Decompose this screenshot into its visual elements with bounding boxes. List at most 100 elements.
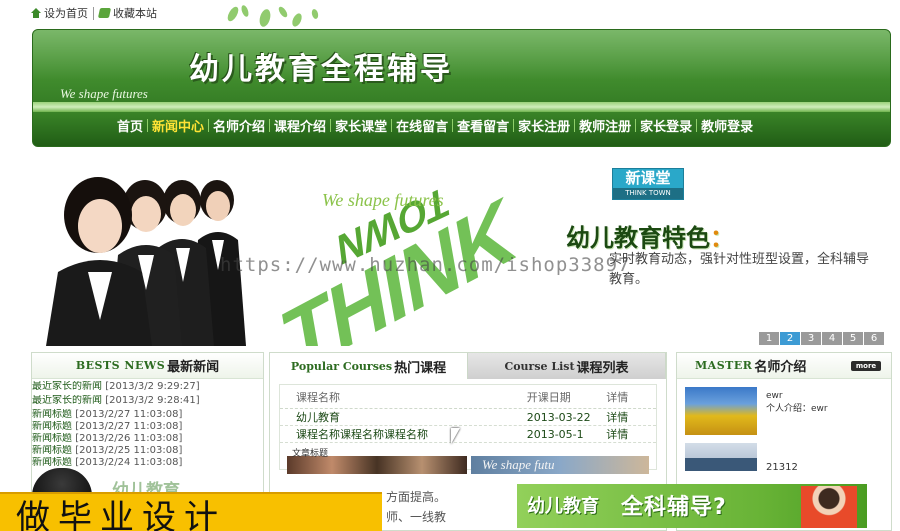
news-item[interactable]: 最近家长的新闻 [2013/3/2 9:29:27] xyxy=(32,381,263,393)
mouse-cursor-icon xyxy=(451,428,460,444)
table-row: 课程名称课程名称课程名称 2013-05-1 详情 xyxy=(280,426,656,443)
nav-parent-login[interactable]: 家长登录 xyxy=(636,116,696,135)
teacher-intro: 个人介绍：ewr xyxy=(766,404,828,414)
thumbnail-caption: 文章标题 xyxy=(292,449,329,459)
course-detail-link[interactable]: 详情 xyxy=(606,426,656,442)
faint-overlay-text: 师、一线教 xyxy=(386,510,447,524)
feature-title: 幼儿教育特色： xyxy=(566,218,734,253)
nav-leave-message[interactable]: 在线留言 xyxy=(392,116,452,135)
teacher-photo[interactable] xyxy=(685,387,757,435)
nav-teacher-login[interactable]: 教师登录 xyxy=(697,116,757,135)
news-item[interactable]: 新闻标题 [2013/2/27 11:03:08] xyxy=(32,409,263,421)
banner-people-photo xyxy=(46,177,246,346)
home-icon xyxy=(31,8,41,18)
url-watermark: https://www.huzhan.com/ishop33897 xyxy=(220,254,631,276)
news-item-date: [2013/3/2 9:28:41] xyxy=(105,395,200,406)
course-name-link[interactable]: 课程名称课程名称课程名称 xyxy=(280,426,527,442)
news-item-date: [2013/2/24 11:03:08] xyxy=(75,457,183,468)
news-item[interactable]: 新闻标题 [2013/2/27 11:03:08] xyxy=(32,421,263,433)
logo-en: THINK TOWN xyxy=(613,188,683,199)
nav-home[interactable]: 首页 xyxy=(113,116,147,135)
news-item-title: 新闻标题 xyxy=(32,421,72,432)
set-homepage-label: 设为首页 xyxy=(44,7,88,20)
slide-3-button[interactable]: 3 xyxy=(801,332,821,345)
tab-popular-cn: 热门课程 xyxy=(394,360,447,376)
ad-banner-text-2: 全科辅导? xyxy=(621,495,727,520)
news-item-date: [2013/3/2 9:29:27] xyxy=(105,381,200,392)
nav-teachers[interactable]: 名师介绍 xyxy=(209,116,269,135)
nav-view-messages[interactable]: 查看留言 xyxy=(453,116,513,135)
news-item-date: [2013/2/27 11:03:08] xyxy=(75,409,183,420)
slide-5-button[interactable]: 5 xyxy=(843,332,863,345)
news-item[interactable]: 新闻标题 [2013/2/25 11:03:08] xyxy=(32,445,263,457)
set-homepage-link[interactable]: 设为首页 xyxy=(31,5,88,21)
tab-popular-en: Popular Courses xyxy=(290,359,393,373)
col-detail: 详情 xyxy=(606,390,629,404)
courses-tabs: Popular Courses 热门课程 Course List 课程列表 xyxy=(270,353,666,379)
ad-banner-text-1: 幼儿教育 xyxy=(527,496,599,517)
leaves-decoration xyxy=(227,5,319,27)
slide-2-button[interactable]: 2 xyxy=(780,332,800,345)
news-list: 最近家长的新闻 [2013/3/2 9:29:27] 最近家长的新闻 [2013… xyxy=(32,379,263,469)
nav-teacher-register[interactable]: 教师注册 xyxy=(575,116,635,135)
news-title-cn: 最新新闻 xyxy=(167,360,220,375)
news-item-title: 最近家长的新闻 xyxy=(32,381,102,392)
nav-parent-register[interactable]: 家长注册 xyxy=(514,116,574,135)
nav-courses[interactable]: 课程介绍 xyxy=(270,116,330,135)
course-date: 2013-03-22 xyxy=(526,410,591,424)
master-title-cn: 名师介绍 xyxy=(754,360,807,375)
news-item[interactable]: 新闻标题 [2013/2/26 11:03:08] xyxy=(32,433,263,445)
news-item-title: 新闻标题 xyxy=(32,433,72,444)
top-links: 设为首页 收藏本站 xyxy=(31,4,157,22)
teacher-photo-bottom xyxy=(685,458,757,471)
logo-cn: 新课堂 xyxy=(625,169,671,187)
news-item-date: [2013/2/27 11:03:08] xyxy=(75,421,183,432)
hero-banner[interactable]: TOWN THINK We shape futures 新课堂 THINK TO… xyxy=(32,160,892,346)
add-favorite-label: 收藏本站 xyxy=(113,7,157,20)
header-slogan: We shape futures xyxy=(60,86,148,101)
site-header: 幼儿教育全程辅导 We shape futures 首页 新闻中心 名师介绍 课… xyxy=(32,29,891,147)
header-band xyxy=(33,102,890,112)
course-name-link[interactable]: 幼儿教育 xyxy=(280,409,527,425)
faint-overlay-text: 方面提高。 xyxy=(386,490,447,504)
header-gloss xyxy=(33,30,890,80)
news-item[interactable]: 最近家长的新闻 [2013/3/2 9:28:41] xyxy=(32,395,263,407)
top-links-divider xyxy=(93,6,94,20)
course-date: 2013-05-1 xyxy=(526,427,584,441)
news-item-date: [2013/2/25 11:03:08] xyxy=(75,445,183,456)
tab-popular-courses[interactable]: Popular Courses 热门课程 xyxy=(270,353,468,379)
news-item-title: 新闻标题 xyxy=(32,445,72,456)
course-detail-link[interactable]: 详情 xyxy=(606,409,656,425)
teacher-name[interactable]: ewr xyxy=(766,391,783,401)
feature-title-colon: ： xyxy=(710,223,734,252)
course-thumbnails xyxy=(287,456,649,474)
nav-parent-class[interactable]: 家长课堂 xyxy=(331,116,391,135)
favorite-icon xyxy=(97,8,112,18)
slide-pager: 1 2 3 4 5 6 xyxy=(759,332,884,345)
news-item-title: 新闻标题 xyxy=(32,457,72,468)
master-title-en: MASTER xyxy=(695,359,753,372)
news-title-en: BESTS NEWS xyxy=(75,359,166,372)
course-table-header: 课程名称 开课日期 详情 xyxy=(280,385,656,409)
add-favorite-link[interactable]: 收藏本站 xyxy=(97,5,157,21)
ad-banner[interactable]: 幼儿教育 全科辅导? xyxy=(517,484,867,528)
page-root: 设为首页 收藏本站 幼儿教育全程辅导 We shape futures 首页 新… xyxy=(0,0,900,531)
more-button[interactable]: more xyxy=(851,361,881,371)
main-nav: 首页 新闻中心 名师介绍 课程介绍 家长课堂 在线留言 查看留言 家长注册 教师… xyxy=(113,116,757,135)
feature-title-text: 幼儿教育特色 xyxy=(566,223,710,252)
news-item-title: 新闻标题 xyxy=(32,409,72,420)
think-town-logo: 新课堂 THINK TOWN xyxy=(612,168,684,200)
table-row: 幼儿教育 2013-03-22 详情 xyxy=(280,409,656,426)
promo-banner-yellow: 做毕业设计 xyxy=(0,492,382,531)
slide-6-button[interactable]: 6 xyxy=(864,332,884,345)
nav-news-center[interactable]: 新闻中心 xyxy=(148,116,208,135)
tab-course-list[interactable]: Course List 课程列表 xyxy=(468,353,666,379)
tab-list-cn: 课程列表 xyxy=(576,360,629,376)
tab-list-en: Course List xyxy=(504,359,575,373)
slide-4-button[interactable]: 4 xyxy=(822,332,842,345)
slide-1-button[interactable]: 1 xyxy=(759,332,779,345)
feature-text: 实时教育动态，强针对性班型设置，全科辅导教育。 xyxy=(609,252,870,287)
ad-banner-figure xyxy=(801,486,857,528)
banner-slogan: We shape futures xyxy=(322,190,444,210)
teacher-name[interactable]: 21312 xyxy=(766,462,798,473)
